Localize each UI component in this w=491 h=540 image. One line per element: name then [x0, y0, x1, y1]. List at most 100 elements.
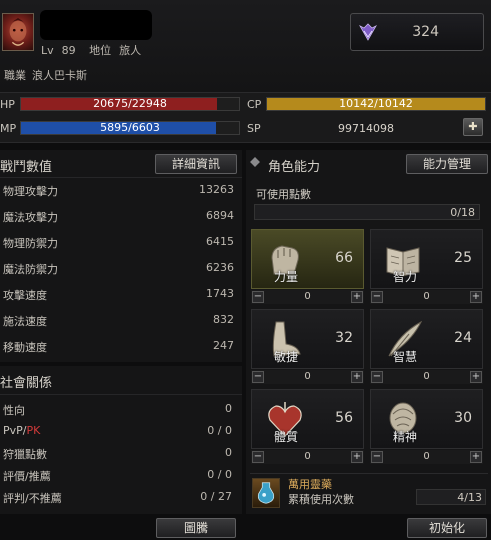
stat-value: 6894 [206, 209, 234, 222]
available-points-value: 0/18 [450, 206, 475, 219]
rank-label: 地位 [89, 44, 112, 57]
mp-bar: 5895/6603 [20, 121, 240, 135]
stat-label: 施法速度 [3, 315, 47, 328]
job-value: 浪人巴卡斯 [32, 69, 87, 82]
available-points-box: 0/18 [254, 204, 480, 220]
ability-panel: 角色能力 能力管理 可使用點數 0/18 力量 66 − 0 + 智力 25 −… [246, 150, 491, 514]
ability-spirit[interactable]: 精神 30 [370, 389, 483, 449]
social-label: 評判/不推薦 [3, 492, 62, 505]
ability-intelligence[interactable]: 智力 25 [370, 229, 483, 289]
cp-text: 10142/10142 [339, 97, 413, 110]
ability-wisdom[interactable]: 智慧 24 [370, 309, 483, 369]
social-value: 0 [225, 446, 232, 459]
social-row: 性向 0 [0, 398, 242, 420]
ability-value: 56 [335, 410, 353, 426]
stepper-value: 0 [423, 451, 430, 462]
stat-row: 魔法攻擊力 6894 [0, 204, 242, 230]
points-box[interactable]: 324 [350, 13, 484, 51]
plus-icon[interactable]: + [470, 371, 482, 383]
level-value: 89 [61, 44, 76, 57]
social-label: 性向 [3, 404, 25, 417]
ability-strength[interactable]: 力量 66 [251, 229, 364, 289]
social-panel: 社會關係 性向 0 PvP/PK 0 / 0 狩獵點數 0 評價/推薦 0 / … [0, 366, 242, 514]
stat-label: 物理攻擊力 [3, 185, 58, 198]
available-points-label: 可使用點數 [256, 188, 311, 201]
wisdom-stepper: − 0 + [370, 370, 483, 384]
hp-text: 20675/22948 [93, 97, 167, 110]
stat-value: 13263 [199, 183, 234, 196]
character-name-redacted [40, 10, 152, 40]
stat-row: 物理防禦力 6415 [0, 230, 242, 256]
ability-name: 智力 [393, 270, 418, 284]
potion-row: 萬用靈藥 累積使用次數 4/13 [250, 473, 488, 511]
character-portrait [2, 13, 34, 51]
character-header: Lv 89 地位 旅人 職業 浪人巴卡斯 324 [0, 0, 491, 93]
spirit-stepper: − 0 + [370, 450, 483, 464]
hp-label: HP [0, 98, 15, 111]
social-row: 評價/推薦 0 / 0 [0, 464, 242, 486]
ability-constitution[interactable]: 體質 56 [251, 389, 364, 449]
stat-value: 6236 [206, 261, 234, 274]
stat-row: 物理攻擊力 13263 [0, 178, 242, 204]
social-value: 0 / 27 [200, 490, 232, 503]
plus-icon[interactable]: + [351, 371, 363, 383]
ability-dexterity[interactable]: 敏捷 32 [251, 309, 364, 369]
plus-sparkle-icon[interactable]: ✚ [463, 118, 483, 136]
stepper-value: 0 [304, 451, 311, 462]
stat-row: 移動速度 247 [0, 334, 242, 360]
stepper-value: 0 [304, 371, 311, 382]
social-label: 狩獵點數 [3, 448, 47, 461]
potion-icon [252, 478, 280, 508]
stat-value: 6415 [206, 235, 234, 248]
social-value: 0 / 0 [207, 468, 232, 481]
level-label: Lv [41, 44, 54, 57]
stat-label: 攻擊速度 [3, 289, 47, 302]
totem-button[interactable]: 圖騰 [156, 518, 236, 538]
plus-icon[interactable]: + [351, 291, 363, 303]
ability-value: 32 [335, 330, 353, 346]
social-row: PvP/PK 0 / 0 [0, 420, 242, 442]
strength-stepper: − 0 + [251, 290, 364, 304]
stat-label: 魔法攻擊力 [3, 211, 58, 224]
stat-row: 攻擊速度 1743 [0, 282, 242, 308]
ability-value: 24 [454, 330, 472, 346]
social-value: 0 / 0 [207, 424, 232, 437]
stat-row: 魔法防禦力 6236 [0, 256, 242, 282]
ability-name: 體質 [274, 430, 299, 444]
mp-label: MP [0, 122, 17, 135]
plus-icon[interactable]: + [351, 451, 363, 463]
portrait-face-icon [9, 17, 27, 46]
combat-title: 戰鬥數值 [0, 160, 53, 175]
stat-label: 物理防禦力 [3, 237, 58, 250]
plus-icon[interactable]: + [470, 451, 482, 463]
cp-bar: 10142/10142 [266, 97, 486, 111]
points-value: 324 [412, 24, 439, 40]
job-label: 職業 [4, 69, 26, 82]
social-title: 社會關係 [0, 376, 53, 391]
ability-value: 30 [454, 410, 472, 426]
stepper-value: 0 [423, 291, 430, 302]
plus-icon[interactable]: + [470, 291, 482, 303]
potion-count-label: 累積使用次數 [288, 493, 354, 506]
stepper-value: 0 [423, 371, 430, 382]
potion-name: 萬用靈藥 [288, 478, 332, 491]
sp-value: 99714098 [338, 122, 394, 135]
stat-value: 832 [213, 313, 234, 326]
intelligence-stepper: − 0 + [370, 290, 483, 304]
ability-manage-button[interactable]: 能力管理 [406, 154, 488, 174]
cp-label: CP [247, 98, 262, 111]
social-row: 狩獵點數 0 [0, 442, 242, 464]
rank-value: 旅人 [119, 44, 142, 57]
ability-name: 敏捷 [274, 350, 299, 364]
stat-value: 247 [213, 339, 234, 352]
stepper-value: 0 [304, 291, 311, 302]
ability-value: 66 [335, 250, 353, 266]
reset-button[interactable]: 初始化 [407, 518, 487, 538]
potion-count-box: 4/13 [416, 489, 486, 505]
detail-info-button[interactable]: 詳細資訊 [155, 154, 237, 174]
vitals-bar-area: HP 20675/22948 MP 5895/6603 CP 10142/101… [0, 93, 491, 143]
ability-name: 智慧 [393, 350, 418, 364]
hp-bar: 20675/22948 [20, 97, 240, 111]
diamond-bullet-icon [250, 157, 260, 167]
stat-label: 移動速度 [3, 341, 47, 354]
